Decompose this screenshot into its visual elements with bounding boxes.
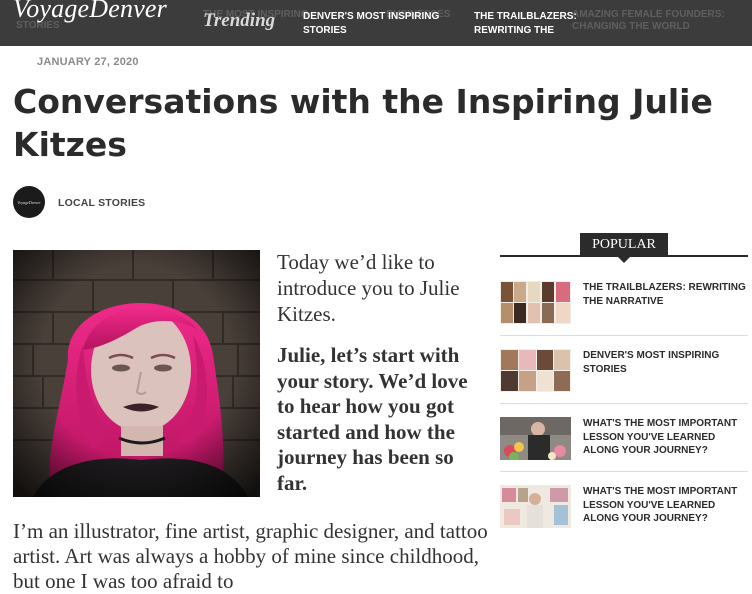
trending-item-link[interactable]: DENVER'S MOST INSPIRING STORIES <box>303 10 453 38</box>
florist-thumbnail <box>500 417 571 460</box>
article-date: JANUARY 27, 2020 <box>37 56 139 68</box>
collage-thumbnail <box>500 349 571 392</box>
trending-item-link[interactable]: THE TRAILBLAZERS: REWRITING THE <box>474 10 592 38</box>
article-intro: Today we’d like to introduce you to Juli… <box>277 250 460 326</box>
popular-item[interactable]: WHAT'S THE MOST IMPORTANT LESSON YOU'VE … <box>500 485 748 541</box>
popular-item-title[interactable]: DENVER'S MOST INSPIRING STORIES <box>583 349 750 376</box>
popular-separator <box>500 403 748 404</box>
popular-heading-pointer <box>617 256 631 263</box>
category-link[interactable]: LOCAL STORIES <box>58 197 145 209</box>
top-nav-bar: THE MOST INSPIRING STORIES BUSINESSES AM… <box>0 0 752 46</box>
collage-thumbnail <box>500 281 571 324</box>
popular-item[interactable]: WHAT'S THE MOST IMPORTANT LESSON YOU'VE … <box>500 417 748 473</box>
portrait-illustration <box>13 250 260 497</box>
trending-label: Trending <box>203 10 276 31</box>
site-logo[interactable]: VoyageDenver <box>13 0 167 24</box>
article-body: I’m an illustrator, fine artist, graphic… <box>13 519 488 593</box>
popular-thumbnail[interactable] <box>500 417 571 460</box>
popular-item-title[interactable]: WHAT'S THE MOST IMPORTANT LESSON YOU'VE … <box>583 485 750 526</box>
popular-separator <box>500 471 748 472</box>
popular-thumbnail[interactable] <box>500 349 571 392</box>
avatar-logo-text: VoyageDenver <box>17 199 41 205</box>
popular-heading: POPULAR <box>580 233 668 256</box>
popular-separator <box>500 335 748 336</box>
popular-item-title[interactable]: THE TRAILBLAZERS: REWRITING THE NARRATIV… <box>583 281 750 308</box>
popular-thumbnail[interactable] <box>500 485 571 528</box>
popular-item-title[interactable]: WHAT'S THE MOST IMPORTANT LESSON YOU'VE … <box>583 417 750 458</box>
interview-question: Julie, let’s start with your story. We’d… <box>277 343 468 495</box>
author-avatar[interactable]: VoyageDenver <box>13 186 45 218</box>
popular-item[interactable]: DENVER'S MOST INSPIRING STORIES <box>500 349 748 405</box>
article-photo <box>13 250 260 497</box>
shop-thumbnail <box>500 485 571 528</box>
article-title: Conversations with the Inspiring Julie K… <box>13 82 713 164</box>
popular-thumbnail[interactable] <box>500 281 571 324</box>
popular-item[interactable]: THE TRAILBLAZERS: REWRITING THE NARRATIV… <box>500 281 748 337</box>
